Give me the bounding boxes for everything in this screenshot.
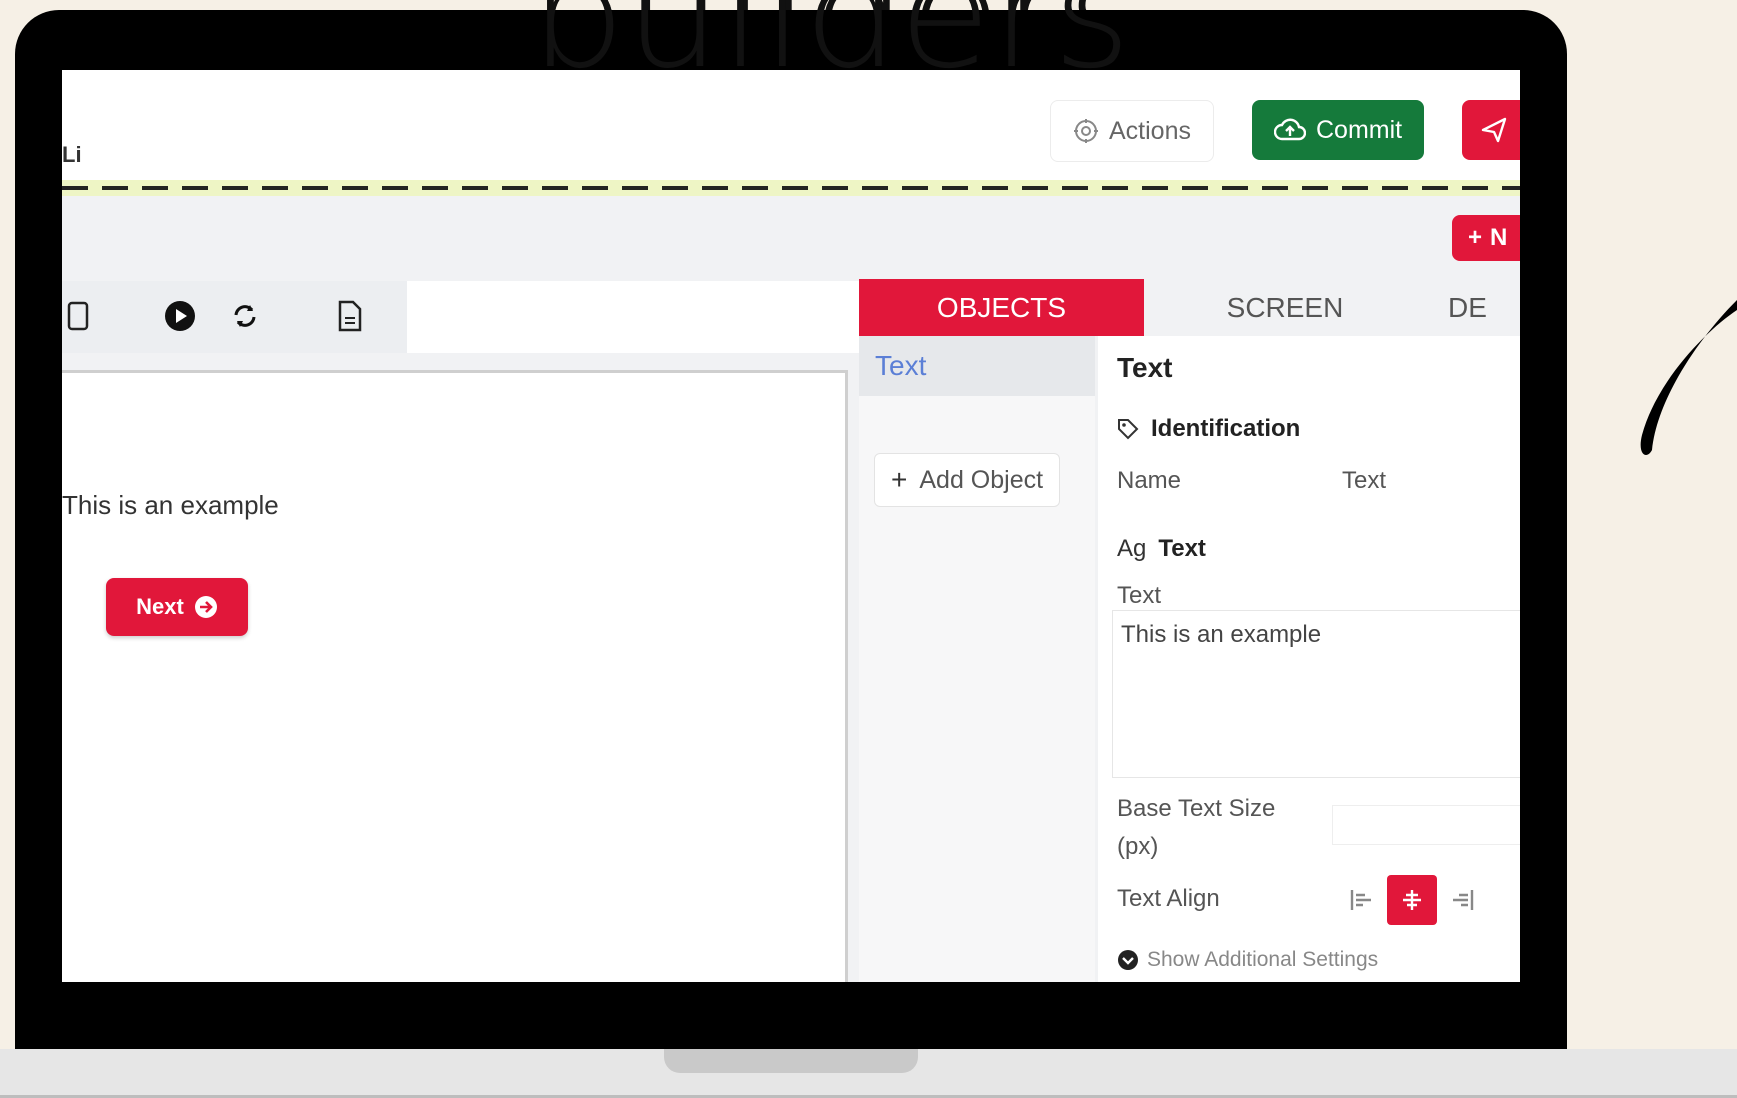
send-icon (1481, 117, 1507, 143)
toolbar-blank (407, 281, 862, 353)
show-additional-settings-link[interactable]: Show Additional Settings (1117, 948, 1378, 972)
actions-label: Actions (1109, 116, 1191, 145)
text-align-label: Text Align (1117, 885, 1220, 912)
object-list-item[interactable]: Text (859, 336, 1095, 396)
plus-icon: + (891, 464, 908, 495)
arrow-right-circle-icon (194, 596, 217, 618)
name-value[interactable]: Text (1342, 467, 1386, 495)
publish-button[interactable] (1462, 100, 1520, 160)
tab-objects[interactable]: OBJECTS (859, 279, 1144, 336)
align-center-icon (1403, 890, 1421, 910)
align-left-icon (1350, 890, 1371, 910)
tablet-icon[interactable] (62, 300, 94, 332)
tag-icon (1118, 419, 1139, 440)
font-icon: Ag (1117, 535, 1147, 562)
new-button-label: N (1490, 224, 1508, 251)
cloud-upload-icon (1274, 118, 1306, 141)
align-center-button[interactable] (1387, 875, 1437, 925)
commit-label: Commit (1316, 115, 1403, 144)
app-screen: Li Actions Commit + N This is an example… (62, 70, 1520, 982)
commit-button[interactable]: Commit (1252, 100, 1425, 160)
plus-icon: + (1468, 224, 1483, 251)
gear-icon (1074, 119, 1098, 143)
next-label: Next (136, 594, 184, 619)
align-right-button[interactable] (1437, 875, 1487, 925)
app-title: Li (62, 142, 82, 167)
add-object-button[interactable]: + Add Object (874, 453, 1061, 507)
play-icon[interactable] (164, 300, 196, 332)
text-content-field[interactable]: This is an example (1112, 610, 1520, 778)
preview-canvas[interactable] (62, 370, 848, 982)
tab-third[interactable]: DE (1426, 279, 1520, 336)
properties-title: Text (1117, 352, 1173, 383)
actions-button[interactable]: Actions (1050, 100, 1214, 162)
canvas-text-object[interactable]: This is an example (62, 490, 279, 521)
top-bar: Li Actions Commit (62, 70, 1520, 190)
next-button[interactable]: Next (106, 578, 248, 636)
base-text-size-label: Base Text Size (px) (1117, 795, 1276, 860)
identification-section-heading: Identification (1117, 415, 1300, 443)
edit-boundary-strip (62, 180, 1520, 196)
laptop-notch (664, 1049, 918, 1073)
text-field-label: Text (1117, 582, 1162, 609)
refresh-icon[interactable] (229, 300, 261, 332)
decorative-brush-stroke (1640, 300, 1737, 455)
add-object-label: Add Object (919, 465, 1044, 494)
name-label: Name (1117, 467, 1182, 494)
text-section-heading: Ag Text (1117, 535, 1206, 562)
document-icon[interactable] (334, 300, 366, 332)
align-left-button[interactable] (1337, 875, 1387, 925)
objects-panel (859, 336, 1095, 982)
base-text-size-input[interactable] (1332, 805, 1520, 845)
tab-screen[interactable]: SCREEN (1144, 279, 1426, 336)
new-button[interactable]: + N (1452, 215, 1520, 261)
align-right-icon (1453, 890, 1474, 910)
chevron-down-circle-icon (1118, 950, 1138, 970)
